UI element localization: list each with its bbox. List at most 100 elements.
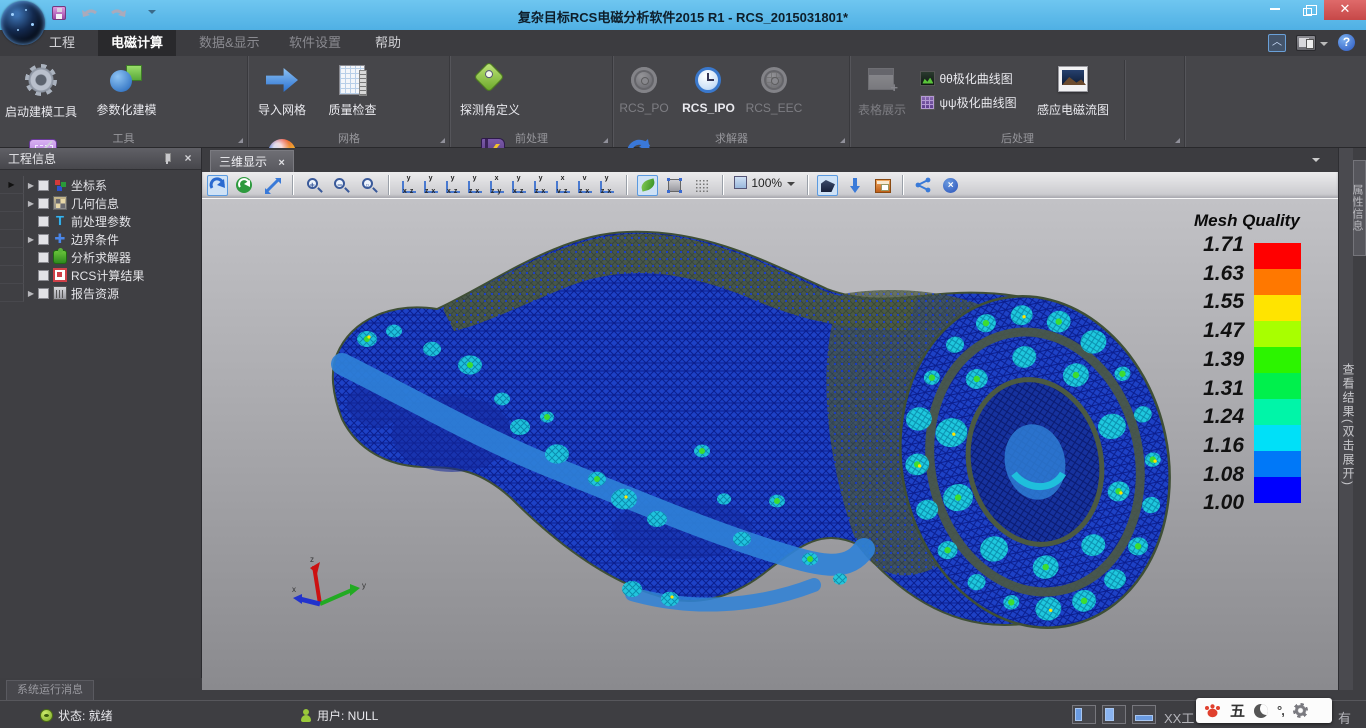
expander-icon[interactable]: ▶ [24, 181, 38, 190]
3d-viewport[interactable]: z y x Mesh Quality 1.711.631.551.471.391… [202, 199, 1338, 690]
green-tag-icon [472, 62, 508, 98]
close-tab-icon[interactable]: × [278, 157, 284, 169]
tree-item-T[interactable]: T前处理参数 [0, 212, 201, 230]
system-messages-tab[interactable]: 系统运行消息 [6, 680, 94, 700]
legend-value: 1.00 [1203, 493, 1244, 513]
pan-icon[interactable] [262, 175, 283, 196]
share-view-icon[interactable] [913, 175, 934, 196]
ribbon-group-postprocess: 表格展示 θθ极化曲线图 ψψ极化曲线图 感应电磁流图 生成报告 [851, 56, 1185, 147]
collapse-ribbon-icon[interactable]: ︿ [1268, 34, 1286, 52]
tree-item-report2[interactable]: ▶ 报告资源 [0, 284, 201, 302]
view-orientation-icon-5[interactable]: xzy [487, 175, 507, 196]
axis-z-label: z [310, 555, 314, 564]
layout-bottom-panel-button[interactable] [1132, 705, 1156, 724]
tree-gutter [0, 284, 24, 302]
expander-icon[interactable]: ▶ [24, 235, 38, 244]
ime-settings-gear-icon[interactable] [1293, 703, 1308, 718]
rotate-orbit-icon[interactable] [207, 175, 228, 196]
view-orientation-icon-10[interactable]: yzx [597, 175, 617, 196]
tree-item-solver[interactable]: 分析求解器 [0, 248, 201, 266]
view-orientation-icon-6[interactable]: yxz [509, 175, 529, 196]
tree-checkbox[interactable] [38, 180, 49, 191]
tree-item-geom[interactable]: ▶几何信息 [0, 194, 201, 212]
dialog-launcher-icon[interactable] [603, 138, 608, 143]
menu-tab-help[interactable]: 帮助 [362, 30, 414, 56]
zoom-window-icon[interactable]: ▫ [358, 175, 379, 196]
zoom-in-icon[interactable]: + [303, 175, 324, 196]
properties-tab[interactable]: 属性信息 [1353, 160, 1366, 256]
view-orientation-icon-7[interactable]: yzx [531, 175, 551, 196]
help-icon[interactable]: ? [1338, 34, 1355, 51]
clip-plane-icon[interactable] [817, 175, 838, 196]
view-orientation-icon-8[interactable]: xvz [553, 175, 573, 196]
ribbon-group-solver: RCS_PO RCS_IPO RCS_EEC 执行 求解器 [614, 56, 850, 147]
wireframe-points-icon[interactable] [691, 175, 712, 196]
layout-left-panel-button[interactable] [1072, 705, 1096, 724]
tree-item-coord[interactable]: ▶▶坐标系 [0, 176, 201, 194]
menu-tab-project[interactable]: 工程 [36, 30, 88, 56]
tree-item-rcs[interactable]: RCS计算结果 [0, 266, 201, 284]
dialog-launcher-icon[interactable] [1175, 138, 1180, 143]
gray-grid-knob-icon [756, 62, 792, 98]
menu-tab-settings[interactable]: 软件设置 [276, 30, 354, 56]
expander-icon[interactable]: ▶ [24, 199, 38, 208]
tree-item-bc[interactable]: ▶✚边界条件 [0, 230, 201, 248]
view-orientation-icon-9[interactable]: vzx [575, 175, 595, 196]
ime-brand-paw-icon[interactable] [1204, 703, 1221, 718]
induced-current-map-button[interactable]: 感应电磁流图 [1026, 59, 1120, 129]
launch-modeling-tool-button[interactable]: 启动建模工具 [1, 59, 81, 129]
arrow-down-icon[interactable] [844, 175, 865, 196]
parametric-modeling-button[interactable]: 参数化建模 [86, 59, 166, 129]
psi-polar-curve-button[interactable]: ψψ极化曲线图 [916, 90, 1020, 114]
layout-split-panel-button[interactable] [1102, 705, 1126, 724]
tree-checkbox[interactable] [38, 216, 49, 227]
tree-item-label: 边界条件 [71, 231, 119, 248]
menu-tab-em-compute[interactable]: 电磁计算 [98, 30, 176, 56]
tree-item-label: 报告资源 [71, 285, 119, 302]
ime-fullhalf-moon-icon[interactable] [1254, 704, 1268, 718]
restore-button[interactable] [1292, 0, 1322, 20]
import-mesh-button[interactable]: 导入网格 [250, 59, 314, 129]
axis-x-label: x [292, 585, 296, 594]
legend-color-band [1254, 269, 1301, 295]
quality-check-button[interactable]: 质量检查 [319, 59, 385, 129]
tree-checkbox[interactable] [38, 288, 49, 299]
legend-value: 1.47 [1203, 321, 1244, 341]
minimize-button[interactable] [1260, 0, 1290, 20]
close-button[interactable]: ✕ [1324, 0, 1366, 20]
delete-view-icon[interactable]: × [940, 175, 961, 196]
app-logo-icon[interactable] [1, 1, 45, 45]
smooth-shading-icon[interactable] [637, 175, 658, 196]
flat-shading-icon[interactable] [664, 175, 685, 196]
menu-tab-data-display[interactable]: 数据&显示 [186, 30, 273, 56]
ime-punctuation-icon[interactable]: °, [1277, 703, 1284, 718]
zoom-out-icon[interactable]: − [330, 175, 351, 196]
tree-checkbox[interactable] [38, 252, 49, 263]
view-orientation-icon-4[interactable]: yzx [465, 175, 485, 196]
pin-icon[interactable] [161, 152, 173, 164]
tab-list-dropdown-icon[interactable] [1312, 158, 1320, 166]
rcs-ipo-button[interactable]: RCS_IPO [678, 59, 738, 129]
window-style-icon[interactable] [1296, 35, 1316, 51]
theta-polar-curve-button[interactable]: θθ极化曲线图 [916, 66, 1020, 90]
zoom-level-select[interactable]: 100% [731, 175, 798, 196]
dialog-launcher-icon[interactable] [840, 138, 845, 143]
expander-icon[interactable]: ▶ [24, 289, 38, 298]
dialog-launcher-icon[interactable] [440, 138, 445, 143]
detect-angle-button[interactable]: 探测角定义 [452, 59, 528, 129]
ime-wubi-mode[interactable]: 五 [1230, 700, 1245, 721]
close-panel-icon[interactable]: × [181, 151, 195, 165]
dialog-launcher-icon[interactable] [238, 138, 243, 143]
view-orientation-icon-1[interactable]: yxz [399, 175, 419, 196]
tree-checkbox[interactable] [38, 234, 49, 245]
tree-checkbox[interactable] [38, 198, 49, 209]
refresh-view-icon[interactable] [234, 175, 255, 196]
tree-item-label: RCS计算结果 [71, 267, 144, 284]
ime-toolbar[interactable]: 五 °, [1196, 698, 1332, 723]
capture-window-icon[interactable] [872, 175, 893, 196]
window-style-dropdown-icon[interactable] [1320, 42, 1328, 50]
tab-3d-display[interactable]: 三维显示 × [210, 150, 294, 172]
view-orientation-icon-2[interactable]: yzx [421, 175, 441, 196]
view-orientation-icon-3[interactable]: yxz [443, 175, 463, 196]
tree-checkbox[interactable] [38, 270, 49, 281]
